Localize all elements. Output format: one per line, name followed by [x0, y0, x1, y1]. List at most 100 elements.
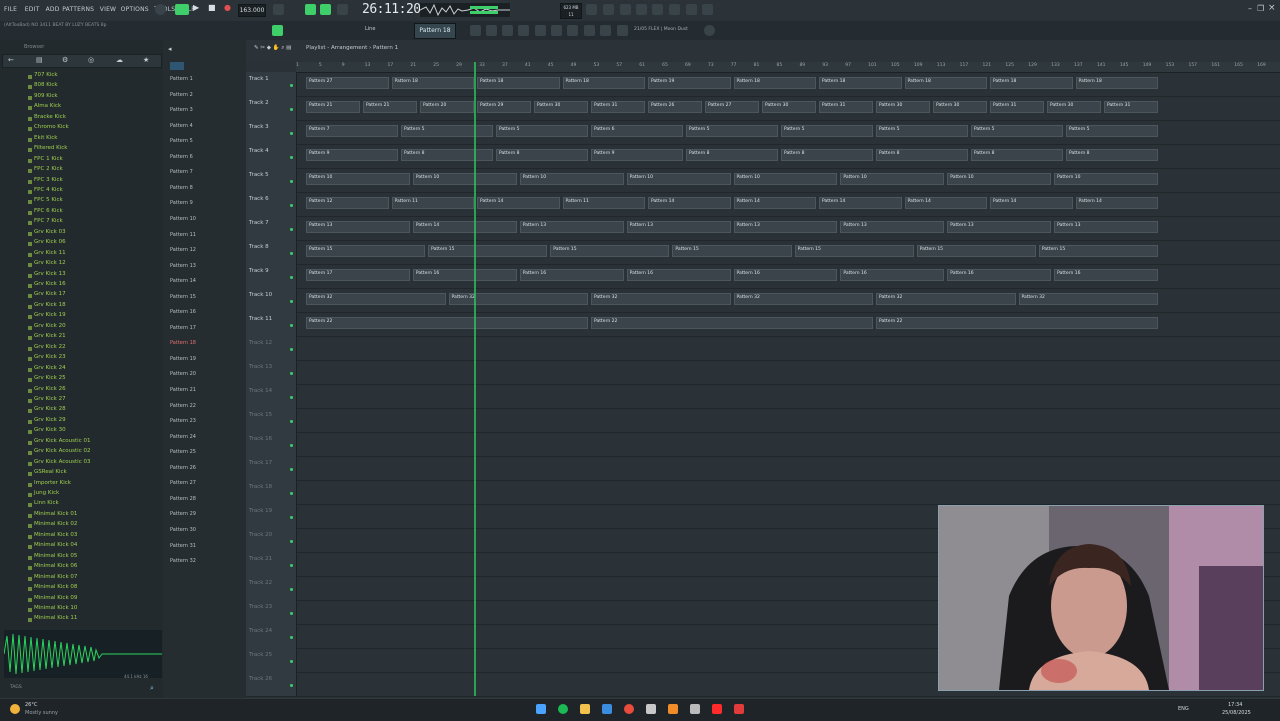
- browser-item[interactable]: Ekit Kick: [27, 135, 57, 145]
- track-mute-led[interactable]: [290, 564, 293, 567]
- cut-icon[interactable]: [603, 4, 614, 15]
- track-mute-led[interactable]: [290, 492, 293, 495]
- browser-icon[interactable]: [535, 25, 546, 36]
- browser-item[interactable]: Grv Kick 17: [28, 291, 66, 301]
- pattern-clip[interactable]: Pattern 31: [1104, 101, 1158, 113]
- pattern-clip[interactable]: Pattern 30: [933, 101, 987, 113]
- browser-item[interactable]: Grv Kick 12: [28, 260, 66, 270]
- browser-world-icon[interactable]: ◎: [88, 56, 94, 64]
- track-header[interactable]: Track 13: [246, 360, 297, 384]
- pattern-list-item[interactable]: Pattern 29: [170, 511, 196, 523]
- camera-icon[interactable]: [690, 704, 700, 714]
- pattern-clip[interactable]: Pattern 8: [876, 149, 968, 161]
- channel-rack-icon[interactable]: [470, 25, 481, 36]
- track-header[interactable]: Track 18: [246, 480, 297, 504]
- pattern-clip[interactable]: Pattern 31: [591, 101, 645, 113]
- cart-icon[interactable]: [617, 25, 628, 36]
- browser-item[interactable]: Grv Kick 28: [28, 406, 66, 416]
- track-header[interactable]: Track 12: [246, 336, 297, 360]
- browser-item[interactable]: Minimal Kick 04: [27, 542, 77, 552]
- pattern-clip[interactable]: Pattern 14: [904, 197, 987, 209]
- pattern-clip[interactable]: Pattern 15: [306, 245, 426, 257]
- track-header[interactable]: Track 6: [246, 192, 297, 216]
- menu-item-patterns[interactable]: PATTERNS: [62, 6, 94, 13]
- pattern-clip[interactable]: Pattern 18: [904, 77, 987, 89]
- pattern-clip[interactable]: Pattern 13: [840, 221, 945, 233]
- pattern-clip[interactable]: Pattern 32: [1018, 293, 1158, 305]
- pattern-clip[interactable]: Pattern 16: [840, 269, 945, 281]
- pattern-clip[interactable]: Pattern 13: [306, 221, 410, 233]
- tempo-display[interactable]: 163.000: [238, 4, 266, 17]
- blend-notes-icon[interactable]: [320, 4, 331, 15]
- track-mute-led[interactable]: [290, 84, 293, 87]
- telegram-icon[interactable]: [602, 704, 612, 714]
- track-mute-led[interactable]: [290, 540, 293, 543]
- track-header[interactable]: Track 21: [246, 552, 297, 576]
- browser-item[interactable]: Grv Kick 22: [28, 344, 66, 354]
- clock-time[interactable]: 17:34: [1228, 702, 1242, 708]
- pattern-list-item[interactable]: Pattern 32: [170, 558, 196, 570]
- pattern-list-item[interactable]: Pattern 6: [170, 154, 193, 166]
- browser-item[interactable]: FPC 5 Kick: [28, 197, 63, 207]
- pattern-clip[interactable]: Pattern 18: [562, 77, 645, 89]
- pattern-clip[interactable]: Pattern 16: [412, 269, 517, 281]
- pattern-list-item[interactable]: Pattern 25: [170, 449, 196, 461]
- close-icon[interactable]: ×: [1268, 3, 1276, 13]
- weather-icon[interactable]: [10, 704, 20, 714]
- breadcrumb-playlist[interactable]: Playlist - Arrangement: [306, 45, 367, 51]
- record-icon[interactable]: ●: [224, 3, 235, 14]
- track-row[interactable]: Track 18: [246, 480, 1280, 505]
- menu-item-edit[interactable]: EDIT: [25, 6, 40, 13]
- browser-plugin-icon[interactable]: ⚙: [62, 56, 68, 64]
- pattern-clip[interactable]: Pattern 5: [876, 125, 968, 137]
- plugin-icon[interactable]: [518, 25, 529, 36]
- pattern-clip[interactable]: Pattern 8: [401, 149, 493, 161]
- pattern-clip[interactable]: Pattern 14: [1075, 197, 1158, 209]
- pattern-clip[interactable]: Pattern 14: [412, 221, 517, 233]
- browser-item[interactable]: 909 Kick: [28, 93, 58, 103]
- browser-item[interactable]: 808 Kick: [28, 82, 58, 92]
- track-header[interactable]: Track 9: [246, 264, 297, 288]
- track-mute-led[interactable]: [290, 396, 293, 399]
- track-mute-led[interactable]: [290, 636, 293, 639]
- pattern-clip[interactable]: Pattern 13: [519, 221, 624, 233]
- pattern-list-item[interactable]: Pattern 21: [170, 387, 196, 399]
- pattern-clip[interactable]: Pattern 20: [420, 101, 474, 113]
- browser-item[interactable]: Grv Kick 16: [28, 281, 66, 291]
- track-mute-led[interactable]: [290, 132, 293, 135]
- pattern-clip[interactable]: Pattern 15: [428, 245, 548, 257]
- pattern-clip[interactable]: Pattern 31: [990, 101, 1044, 113]
- browser-item[interactable]: Alma Kick: [27, 103, 61, 113]
- browser-item[interactable]: Grv Kick 23: [28, 354, 66, 364]
- play-icon[interactable]: ▶: [193, 3, 204, 14]
- browser-star-icon[interactable]: ★: [143, 56, 149, 64]
- pattern-clip[interactable]: Pattern 5: [401, 125, 493, 137]
- track-mute-led[interactable]: [290, 204, 293, 207]
- playlist-tools[interactable]: ✎ ✂ ◆ ✋ ⌕ ▤: [254, 45, 291, 52]
- track-row[interactable]: Track 2 Pattern 21 Pattern 21 Pattern 20 Pat…: [246, 96, 1280, 121]
- browser-item[interactable]: Grv Kick 29: [28, 417, 66, 427]
- pattern-list-item[interactable]: Pattern 18: [170, 340, 196, 352]
- track-row[interactable]: Track 10 Pattern 32 Pattern 32 Pattern 32 Pa…: [246, 288, 1280, 313]
- export-icon[interactable]: [669, 4, 680, 15]
- browser-item[interactable]: Grv Kick 21: [28, 333, 66, 343]
- pattern-list-item[interactable]: Pattern 19: [170, 356, 196, 368]
- pattern-clip[interactable]: Pattern 30: [762, 101, 816, 113]
- pattern-clip[interactable]: Pattern 9: [591, 149, 683, 161]
- step-edit-icon[interactable]: [305, 4, 316, 15]
- browser-item[interactable]: FPC 6 Kick: [28, 208, 63, 218]
- pattern-clip[interactable]: Pattern 12: [306, 197, 389, 209]
- chat-icon[interactable]: [686, 4, 697, 15]
- pattern-list-item[interactable]: Pattern 23: [170, 418, 196, 430]
- track-row[interactable]: Track 1 Pattern 27 Pattern 18 Pattern 18 Pat…: [246, 72, 1280, 97]
- browser-item[interactable]: Minimal Kick 11: [27, 615, 77, 625]
- pattern-clip[interactable]: Pattern 8: [1066, 149, 1158, 161]
- pattern-clip[interactable]: Pattern 10: [412, 173, 517, 185]
- recorder-icon[interactable]: [734, 704, 744, 714]
- track-row[interactable]: Track 12: [246, 336, 1280, 361]
- track-mute-led[interactable]: [290, 276, 293, 279]
- pattern-clip[interactable]: Pattern 16: [519, 269, 624, 281]
- track-header[interactable]: Track 22: [246, 576, 297, 600]
- track-header[interactable]: Track 14: [246, 384, 297, 408]
- pattern-clip[interactable]: Pattern 10: [840, 173, 945, 185]
